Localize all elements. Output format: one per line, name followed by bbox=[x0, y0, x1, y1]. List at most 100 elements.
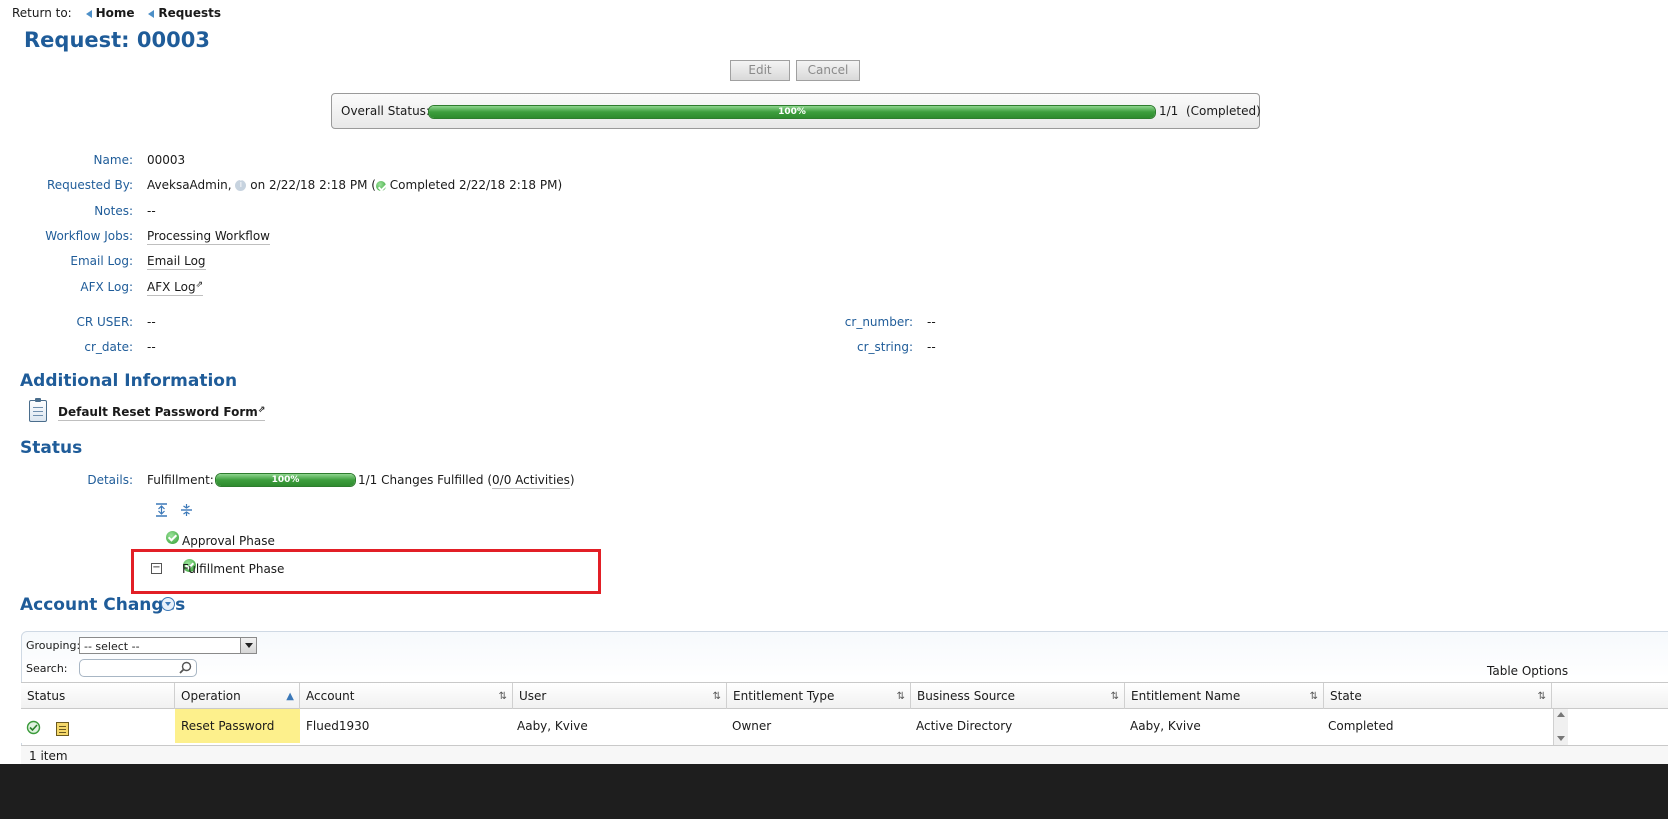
cr-string-value: -- bbox=[927, 340, 936, 354]
grouping-label: Grouping: bbox=[26, 639, 81, 652]
clipboard-icon bbox=[29, 398, 47, 422]
cr-number-label: cr_number: bbox=[844, 315, 913, 329]
return-label: Return to: bbox=[12, 6, 72, 20]
account-cell: Flued1930 bbox=[306, 719, 370, 733]
column-header-operation[interactable]: Operation ▲ bbox=[175, 683, 300, 710]
column-header-state[interactable]: State ⇅ bbox=[1324, 683, 1552, 710]
chevron-down-icon[interactable] bbox=[161, 597, 175, 611]
reset-password-form-text: Default Reset Password Form bbox=[58, 405, 258, 419]
afx-log-link[interactable]: AFX Log⇗ bbox=[147, 280, 204, 296]
fulfillment-label: Fulfillment: bbox=[147, 473, 214, 487]
user-cell: Aaby, Kvive bbox=[517, 719, 588, 733]
cancel-button[interactable]: Cancel bbox=[796, 60, 860, 81]
column-header-entitlement-type-label: Entitlement Type bbox=[733, 689, 835, 703]
additional-information-heading: Additional Information bbox=[20, 371, 238, 391]
email-log-link[interactable]: Email Log bbox=[147, 254, 206, 270]
column-header-account[interactable]: Account ⇅ bbox=[300, 683, 513, 710]
requested-by-completed: Completed 2/22/18 2:18 PM) bbox=[389, 178, 563, 192]
sort-icon: ⇅ bbox=[498, 691, 507, 702]
column-header-business-source-label: Business Source bbox=[917, 689, 1015, 703]
operation-cell: Reset Password bbox=[175, 709, 300, 743]
table-options-link[interactable]: Table Options bbox=[1487, 664, 1568, 678]
requests-link[interactable]: Requests bbox=[158, 6, 221, 20]
requested-by-value: AveksaAdmin, i on 2/22/18 2:18 PM ( Comp… bbox=[147, 178, 562, 192]
table-footer: 1 item bbox=[21, 745, 1668, 766]
home-link[interactable]: Home bbox=[96, 6, 135, 20]
search-label: Search: bbox=[26, 662, 68, 675]
grouping-value: -- select -- bbox=[84, 640, 140, 653]
sort-icon: ⇅ bbox=[896, 691, 905, 702]
state-cell: Completed bbox=[1328, 719, 1394, 733]
info-icon[interactable]: i bbox=[235, 180, 247, 191]
name-label: Name: bbox=[93, 153, 133, 167]
notes-icon[interactable] bbox=[56, 722, 69, 736]
grouping-select[interactable]: -- select -- bbox=[79, 637, 257, 654]
workflow-jobs-link[interactable]: Processing Workflow bbox=[147, 229, 270, 245]
fulfillment-progress-fill: 100% bbox=[216, 474, 355, 486]
overall-status-summary: 1/1 (Completed) bbox=[1159, 104, 1261, 118]
requested-by-date: on 2/22/18 2:18 PM ( bbox=[250, 178, 376, 192]
table-header: Status Operation ▲ Account ⇅ User ⇅ Entitle… bbox=[21, 682, 1668, 710]
cr-date-label: cr_date: bbox=[84, 340, 133, 354]
column-header-operation-label: Operation bbox=[181, 689, 241, 703]
scroll-up-icon[interactable] bbox=[1557, 712, 1565, 717]
notes-label: Notes: bbox=[94, 204, 133, 218]
column-header-business-source[interactable]: Business Source ⇅ bbox=[911, 683, 1125, 710]
afx-log-label: AFX Log: bbox=[80, 280, 133, 294]
overall-status-label: Overall Status: bbox=[341, 104, 430, 118]
overall-progress-fill: 100% bbox=[429, 106, 1155, 118]
item-count: 1 item bbox=[29, 749, 68, 763]
back-arrow-icon bbox=[85, 9, 92, 18]
requested-by-label: Requested By: bbox=[46, 178, 133, 192]
edit-button[interactable]: Edit bbox=[730, 60, 790, 81]
notes-value: -- bbox=[147, 204, 156, 218]
reset-password-form-link[interactable]: Default Reset Password Form⇗ bbox=[58, 405, 266, 421]
close-paren: ) bbox=[569, 473, 575, 487]
column-header-entitlement-name[interactable]: Entitlement Name ⇅ bbox=[1125, 683, 1324, 710]
breadcrumb: Return to: Home Requests bbox=[12, 6, 221, 20]
completed-status-icon bbox=[375, 180, 386, 191]
sort-icon: ⇅ bbox=[1309, 691, 1318, 702]
entitlement-type-cell: Owner bbox=[732, 719, 772, 733]
dropdown-arrow-icon bbox=[240, 638, 256, 653]
sort-icon: ⇅ bbox=[1537, 691, 1546, 702]
details-label: Details: bbox=[87, 473, 133, 487]
name-value: 00003 bbox=[147, 153, 186, 167]
scroll-down-icon[interactable] bbox=[1557, 736, 1565, 741]
back-arrow-icon bbox=[148, 9, 155, 18]
approval-complete-icon bbox=[166, 531, 179, 544]
completed-refresh-icon bbox=[26, 720, 41, 735]
entitlement-name-cell: Aaby, Kvive bbox=[1130, 719, 1201, 733]
sort-ascending-icon: ▲ bbox=[286, 691, 294, 702]
search-icon[interactable] bbox=[179, 661, 192, 674]
afx-log-text: AFX Log bbox=[147, 280, 196, 294]
external-link-icon: ⇗ bbox=[257, 405, 266, 415]
table-scrollbar[interactable] bbox=[1553, 709, 1568, 745]
column-header-entitlement-type[interactable]: Entitlement Type ⇅ bbox=[727, 683, 911, 710]
collapse-toggle-icon[interactable]: − bbox=[151, 563, 162, 574]
status-heading: Status bbox=[20, 438, 83, 458]
cr-date-value: -- bbox=[147, 340, 156, 354]
business-source-cell: Active Directory bbox=[916, 719, 1013, 733]
expand-all-icon[interactable] bbox=[155, 503, 168, 517]
table-row[interactable]: Reset Password Flued1930 Aaby, Kvive Own… bbox=[21, 709, 1552, 743]
cr-number-value: -- bbox=[927, 315, 936, 329]
cr-string-label: cr_string: bbox=[856, 340, 913, 354]
fulfillment-progress-bar: 100% bbox=[215, 473, 356, 487]
column-header-status[interactable]: Status bbox=[21, 683, 175, 710]
requested-by-user: AveksaAdmin, bbox=[147, 178, 232, 192]
column-header-state-label: State bbox=[1330, 689, 1362, 703]
overall-progress-bar: 100% bbox=[428, 105, 1156, 119]
cr-user-label: CR USER: bbox=[76, 315, 133, 329]
changes-fulfilled: 1/1 Changes Fulfilled (0/0 Activities) bbox=[358, 473, 575, 489]
sort-icon: ⇅ bbox=[1110, 691, 1119, 702]
column-header-user[interactable]: User ⇅ bbox=[513, 683, 727, 710]
column-header-user-label: User bbox=[519, 689, 547, 703]
page-title: Request: 00003 bbox=[24, 28, 210, 52]
collapse-all-icon[interactable] bbox=[180, 503, 193, 517]
external-link-icon: ⇗ bbox=[195, 280, 204, 290]
activities-link[interactable]: 0/0 Activities bbox=[492, 473, 570, 489]
workflow-jobs-label: Workflow Jobs: bbox=[45, 229, 133, 243]
approval-phase: Approval Phase bbox=[182, 534, 275, 548]
changes-fulfilled-text: 1/1 Changes Fulfilled ( bbox=[358, 473, 493, 487]
